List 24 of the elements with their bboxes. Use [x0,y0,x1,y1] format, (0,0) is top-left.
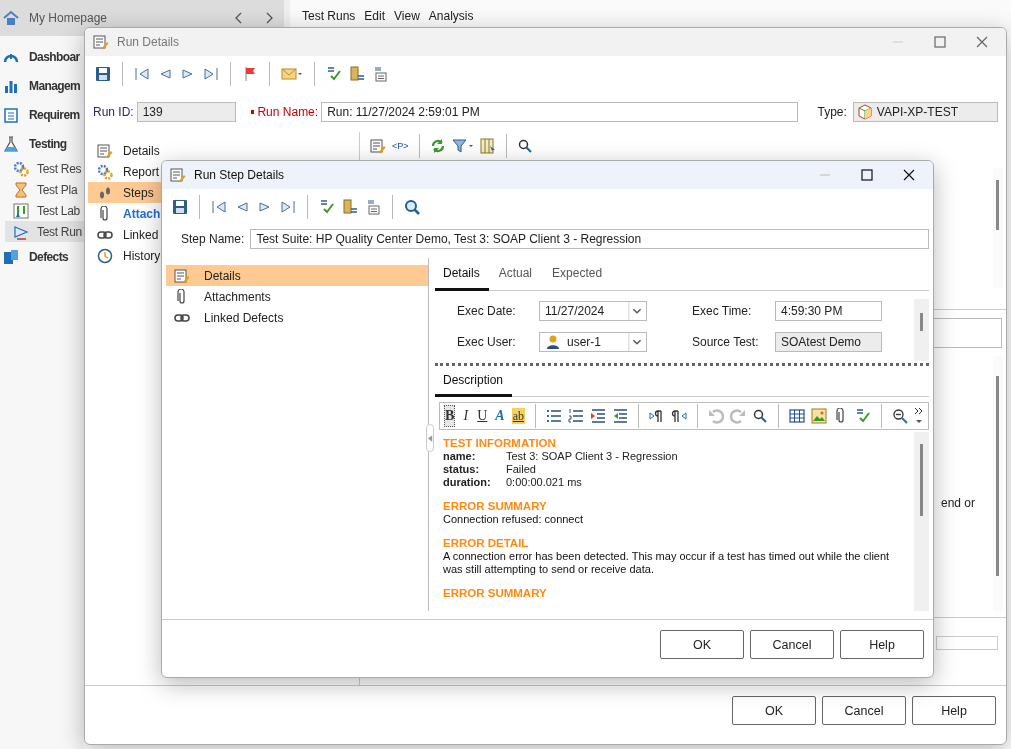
description-text: A connection error has been detected. This may occur if a test has timed out while the client was still attempting to send or receive data. [443,550,891,576]
window-title: Run Details [117,35,181,49]
field-label: Exec User: [457,335,517,349]
info-label: name: [443,450,477,463]
description-text: Connection refused: connect [443,513,585,526]
page-title: My Homepage [29,11,109,25]
section-heading: ERROR SUMMARY [443,500,548,513]
field-label: Exec Time: [692,304,753,318]
description-text: end or [940,496,975,510]
info-label: status: [443,463,481,476]
window-title: Run Step Details [194,168,286,182]
field-label: Run ID: [93,105,134,119]
section-heading: ERROR DETAIL [443,537,530,550]
info-value: Test 3: SOAP Client 3 - Regression [506,450,678,463]
field-label: Step Name: [181,232,245,246]
section-heading: TEST INFORMATION [443,437,557,450]
section-heading: ERROR SUMMARY [443,587,548,600]
field-label: Run Name: [257,105,319,119]
info-label: duration: [443,476,492,489]
info-value: 0:00:00.021 ms [506,476,582,489]
field-label: Exec Date: [457,304,517,318]
field-label: Type: [817,105,847,119]
info-value: Failed [506,463,536,476]
field-label: Source Test: [692,335,760,349]
